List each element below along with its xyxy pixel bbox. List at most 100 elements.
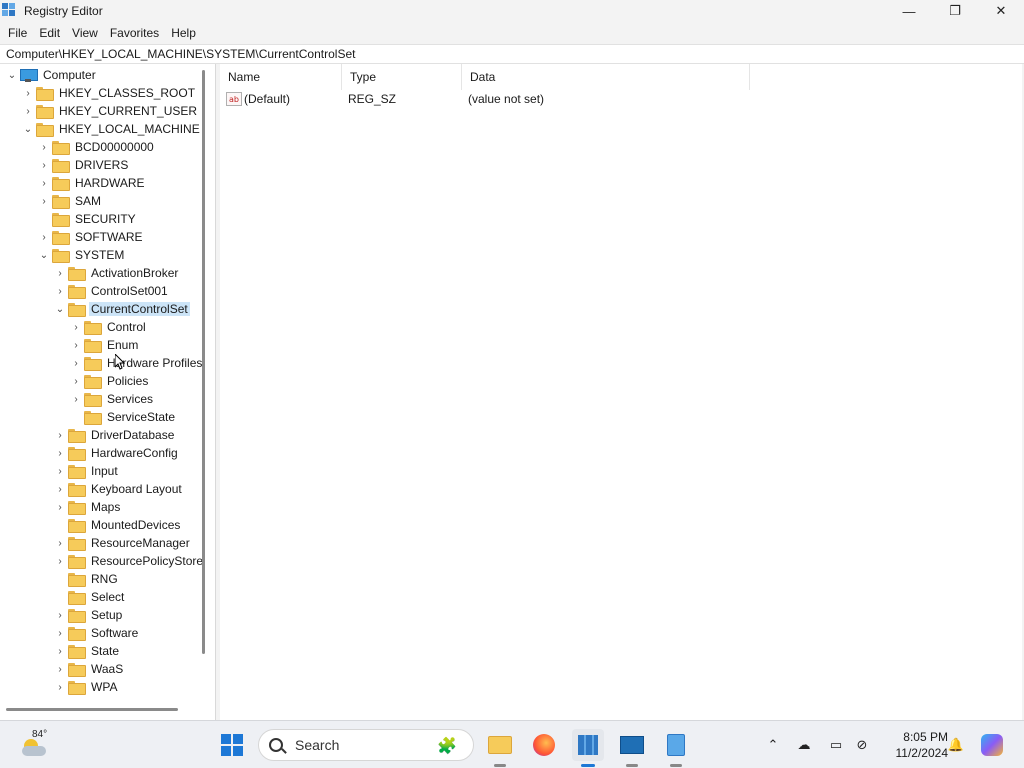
- tree-item-software-system[interactable]: › Software: [52, 624, 140, 642]
- chevron-right-icon[interactable]: ›: [52, 265, 68, 281]
- chevron-right-icon[interactable]: ›: [20, 103, 36, 119]
- notification-bell-icon[interactable]: 🔔: [944, 721, 968, 768]
- copilot-icon[interactable]: [978, 721, 1006, 768]
- tree-item-hardwareconfig[interactable]: › HardwareConfig: [52, 444, 180, 462]
- tree-item-wpa[interactable]: › WPA: [52, 678, 119, 696]
- address-bar[interactable]: Computer\HKEY_LOCAL_MACHINE\SYSTEM\Curre…: [0, 44, 1024, 64]
- tree-item-servicestate[interactable]: ServiceState: [68, 408, 177, 426]
- chevron-right-icon[interactable]: ›: [52, 463, 68, 479]
- tree-item-hkey-current-user[interactable]: › HKEY_CURRENT_USER: [20, 102, 199, 120]
- file-explorer-icon[interactable]: [484, 729, 516, 767]
- tree-item-software[interactable]: › SOFTWARE: [36, 228, 145, 246]
- taskbar-clock[interactable]: 8:05 PM 11/2/2024: [878, 729, 949, 761]
- tree-item-select[interactable]: Select: [52, 588, 126, 606]
- chevron-right-icon[interactable]: ›: [36, 175, 52, 191]
- tree-item-control[interactable]: › Control: [68, 318, 148, 336]
- chevron-right-icon[interactable]: ›: [36, 157, 52, 173]
- tree-item-resourcepolicystore[interactable]: › ResourcePolicyStore: [52, 552, 205, 570]
- folder-icon: [36, 105, 54, 119]
- chevron-right-icon[interactable]: ›: [52, 535, 68, 551]
- tree-item-waas[interactable]: › WaaS: [52, 660, 125, 678]
- tree-item-hkey-local-machine[interactable]: ⌄ HKEY_LOCAL_MACHINE: [20, 120, 202, 138]
- chevron-right-icon[interactable]: ›: [52, 499, 68, 515]
- tree-item-label: Services: [107, 392, 154, 406]
- chevron-right-icon[interactable]: ›: [68, 373, 84, 389]
- menu-file[interactable]: File: [2, 26, 33, 40]
- key-tree[interactable]: ⌄ Computer › HKEY_CLASSES_ROOT › HKEY_CU…: [0, 64, 216, 720]
- tree-item-services[interactable]: › Services: [68, 390, 155, 408]
- resource-monitor-icon[interactable]: [616, 729, 648, 767]
- chevron-right-icon[interactable]: ›: [36, 139, 52, 155]
- menu-edit[interactable]: Edit: [33, 26, 66, 40]
- tree-item-maps[interactable]: › Maps: [52, 498, 122, 516]
- tree-item-keyboard-layout[interactable]: › Keyboard Layout: [52, 480, 184, 498]
- tree-item-policies[interactable]: › Policies: [68, 372, 150, 390]
- column-header-name[interactable]: Name: [220, 64, 342, 90]
- tree-item-state[interactable]: › State: [52, 642, 121, 660]
- tree-item-resourcemanager[interactable]: › ResourceManager: [52, 534, 192, 552]
- chevron-right-icon[interactable]: ›: [52, 481, 68, 497]
- tree-item-mounteddevices[interactable]: MountedDevices: [52, 516, 182, 534]
- tree-item-system[interactable]: ⌄ SYSTEM: [36, 246, 126, 264]
- tree-item-label: SYSTEM: [75, 248, 125, 262]
- menu-help[interactable]: Help: [165, 26, 202, 40]
- chevron-right-icon[interactable]: ›: [52, 553, 68, 569]
- cloud-offline-icon[interactable]: ☁: [792, 721, 816, 768]
- chevron-right-icon[interactable]: ›: [52, 445, 68, 461]
- tree-item-hkey-classes-root[interactable]: › HKEY_CLASSES_ROOT: [20, 84, 197, 102]
- chevron-down-icon[interactable]: ⌄: [36, 247, 52, 263]
- tree-item-setup[interactable]: › Setup: [52, 606, 124, 624]
- network-icon[interactable]: ⊘: [850, 721, 874, 768]
- tree-item-hardware-profiles[interactable]: › Hardware Profiles: [68, 354, 204, 372]
- menu-favorites[interactable]: Favorites: [104, 26, 165, 40]
- tree-vertical-scrollbar[interactable]: [202, 70, 205, 654]
- tree-item-sam[interactable]: › SAM: [36, 192, 103, 210]
- chevron-right-icon[interactable]: ›: [52, 607, 68, 623]
- column-header-type[interactable]: Type: [342, 64, 462, 90]
- chevron-right-icon[interactable]: ›: [36, 193, 52, 209]
- chevron-right-icon[interactable]: ›: [52, 661, 68, 677]
- chevron-down-icon[interactable]: ⌄: [52, 301, 68, 317]
- tree-item-currentcontrolset[interactable]: ⌄ CurrentControlSet: [52, 300, 190, 318]
- chevron-right-icon[interactable]: ›: [68, 319, 84, 335]
- chevron-right-icon[interactable]: ›: [52, 283, 68, 299]
- tree-item-rng[interactable]: RNG: [52, 570, 120, 588]
- table-row[interactable]: ab (Default) REG_SZ (value not set): [220, 90, 544, 108]
- chevron-right-icon[interactable]: ›: [20, 85, 36, 101]
- tree-item-computer[interactable]: ⌄ Computer: [4, 66, 98, 84]
- chevron-down-icon[interactable]: ⌄: [4, 67, 20, 83]
- tree-item-bcd00000000[interactable]: › BCD00000000: [36, 138, 156, 156]
- chevron-down-icon[interactable]: ⌄: [20, 121, 36, 137]
- tree-item-input[interactable]: › Input: [52, 462, 120, 480]
- menu-view[interactable]: View: [66, 26, 104, 40]
- weather-widget[interactable]: 84°: [18, 729, 58, 761]
- chevron-right-icon[interactable]: ›: [52, 625, 68, 641]
- chevron-right-icon[interactable]: ›: [68, 355, 84, 371]
- tree-item-drivers[interactable]: › DRIVERS: [36, 156, 130, 174]
- chevron-right-icon[interactable]: ›: [68, 337, 84, 353]
- chevron-right-icon[interactable]: ›: [36, 229, 52, 245]
- start-button[interactable]: [216, 729, 248, 761]
- tree-item-activationbroker[interactable]: › ActivationBroker: [52, 264, 180, 282]
- firefox-icon[interactable]: [528, 729, 560, 761]
- chevron-right-icon[interactable]: ›: [52, 679, 68, 695]
- registry-editor-taskbar-icon[interactable]: [572, 729, 604, 767]
- chevron-right-icon[interactable]: ›: [52, 643, 68, 659]
- notepad-icon[interactable]: [660, 729, 692, 767]
- tree-item-hardware[interactable]: › HARDWARE: [36, 174, 147, 192]
- column-header-data[interactable]: Data: [462, 64, 750, 90]
- tree-item-security[interactable]: SECURITY: [36, 210, 138, 228]
- close-button[interactable]: ✕: [978, 0, 1024, 22]
- tree-item-controlset001[interactable]: › ControlSet001: [52, 282, 170, 300]
- values-list[interactable]: Name Type Data ab (Default) REG_SZ (valu…: [220, 64, 1022, 720]
- tree-horizontal-scrollbar[interactable]: [6, 708, 178, 711]
- tree-item-driverdatabase[interactable]: › DriverDatabase: [52, 426, 176, 444]
- chevron-right-icon[interactable]: ›: [68, 391, 84, 407]
- maximize-button[interactable]: ❐: [932, 0, 978, 22]
- minimize-button[interactable]: —: [886, 0, 932, 22]
- taskbar-search[interactable]: Search 🧩: [258, 729, 474, 761]
- tree-item-enum[interactable]: › Enum: [68, 336, 140, 354]
- chevron-right-icon[interactable]: ›: [52, 427, 68, 443]
- display-icon[interactable]: ▭: [824, 721, 848, 768]
- chevron-up-icon[interactable]: ⌃: [762, 721, 784, 768]
